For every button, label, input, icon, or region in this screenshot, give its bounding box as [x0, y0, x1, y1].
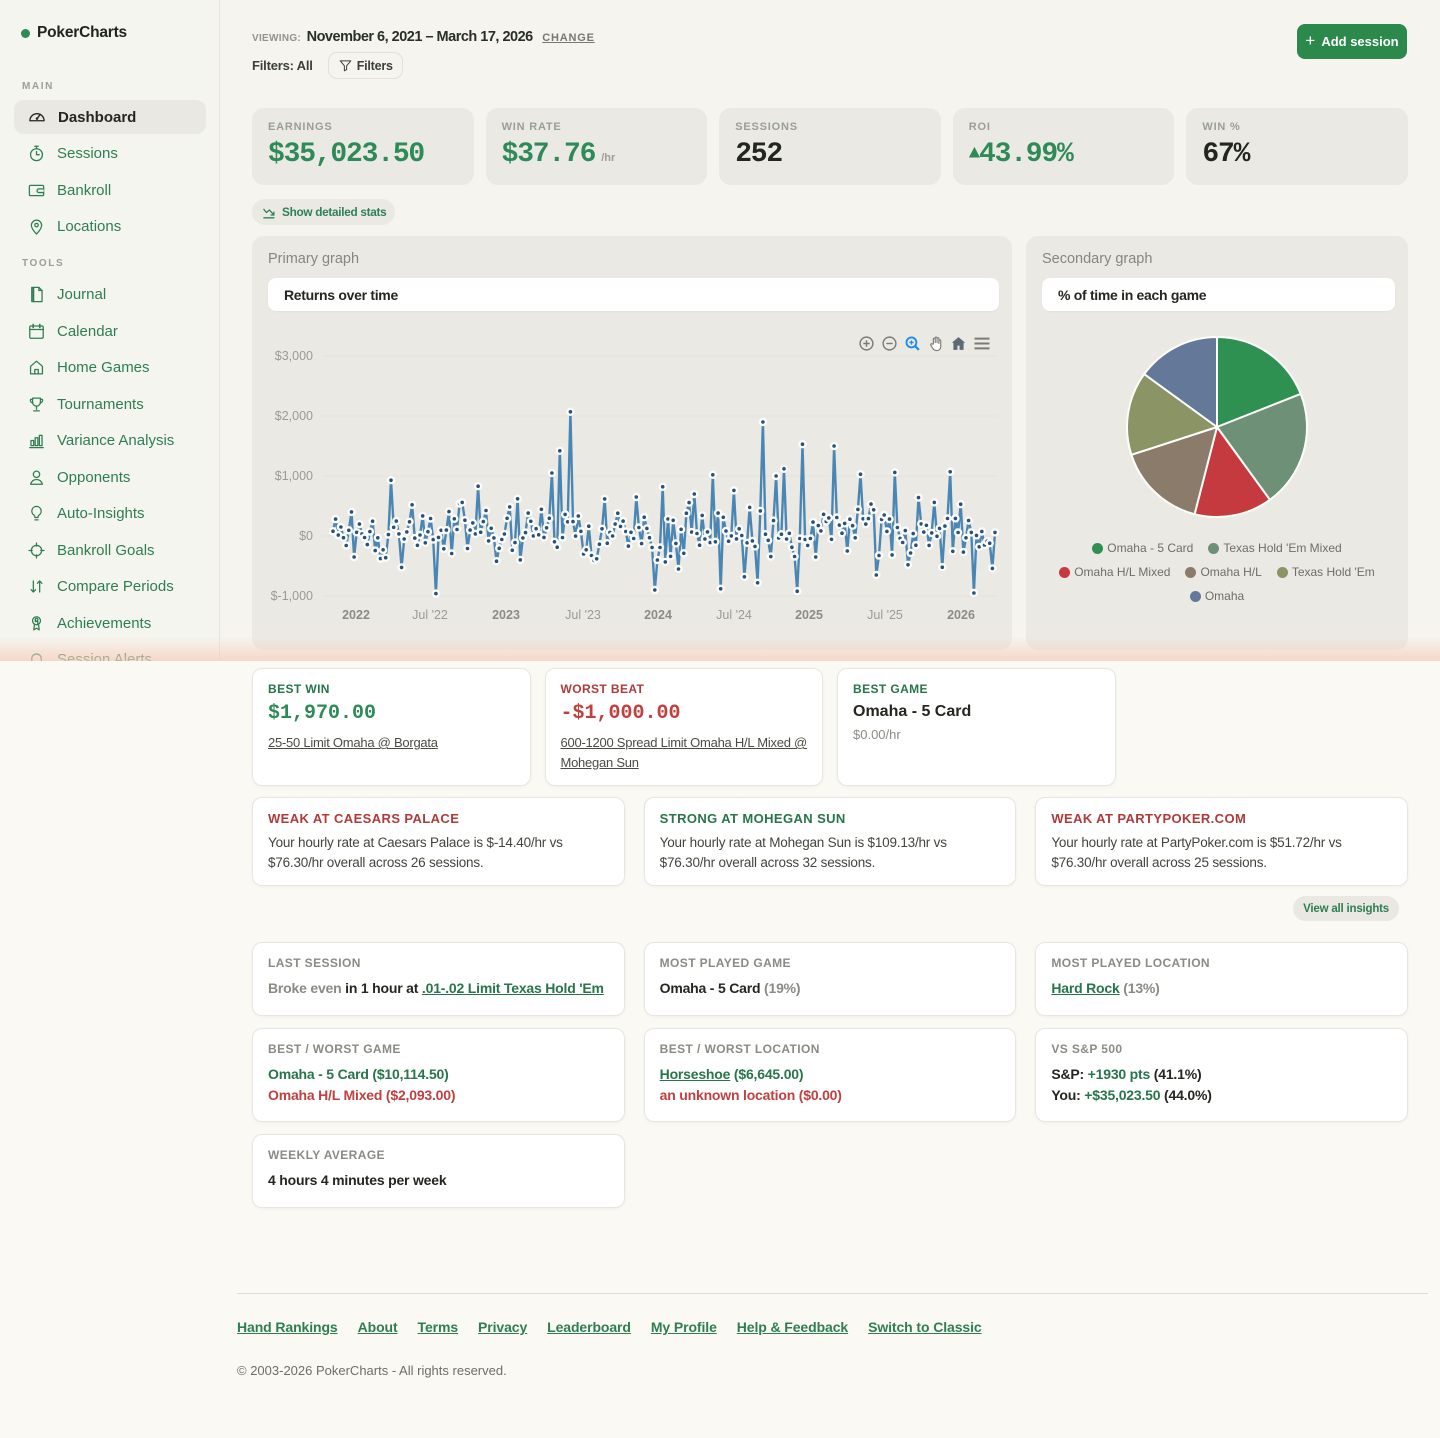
svg-text:$2,000: $2,000	[275, 409, 313, 423]
svg-text:2022: 2022	[342, 608, 370, 622]
svg-text:Jul '22: Jul '22	[412, 608, 448, 622]
svg-text:$-1,000: $-1,000	[271, 589, 313, 603]
svg-text:2026: 2026	[947, 608, 975, 622]
svg-text:$0: $0	[299, 529, 313, 543]
svg-text:2025: 2025	[795, 608, 823, 622]
svg-text:$1,000: $1,000	[275, 469, 313, 483]
svg-text:2023: 2023	[492, 608, 520, 622]
svg-text:Jul '24: Jul '24	[716, 608, 752, 622]
svg-text:Jul '23: Jul '23	[565, 608, 601, 622]
svg-text:2024: 2024	[644, 608, 672, 622]
svg-text:Jul '25: Jul '25	[867, 608, 903, 622]
svg-text:$3,000: $3,000	[275, 349, 313, 363]
